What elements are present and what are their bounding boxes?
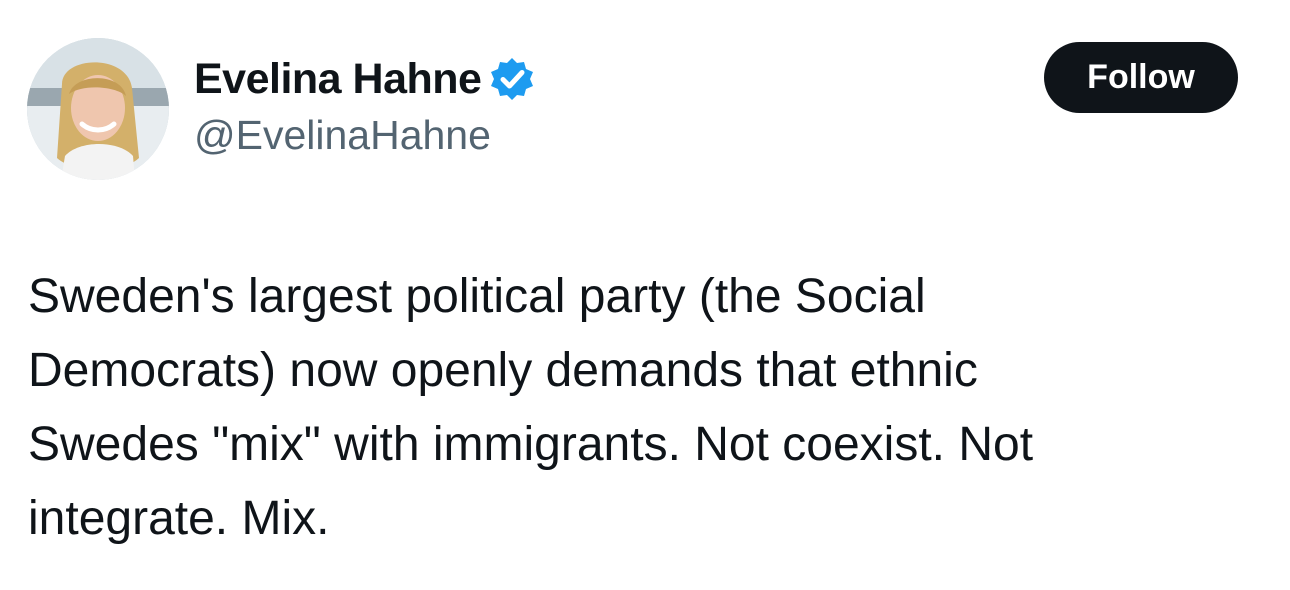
author-name-row: Evelina Hahne	[194, 50, 535, 108]
tweet-card: Evelina Hahne @EvelinaHahne Follow Swede…	[0, 0, 1290, 590]
author-avatar[interactable]	[27, 38, 169, 180]
tweet-text: Sweden's largest political party (the So…	[28, 270, 1034, 545]
follow-button[interactable]: Follow	[1044, 42, 1238, 113]
author-info: Evelina Hahne @EvelinaHahne	[194, 50, 535, 159]
verified-badge-icon[interactable]	[489, 56, 535, 102]
author-handle[interactable]: @EvelinaHahne	[194, 112, 535, 159]
avatar-image	[27, 38, 169, 180]
author-display-name[interactable]: Evelina Hahne	[194, 55, 482, 104]
